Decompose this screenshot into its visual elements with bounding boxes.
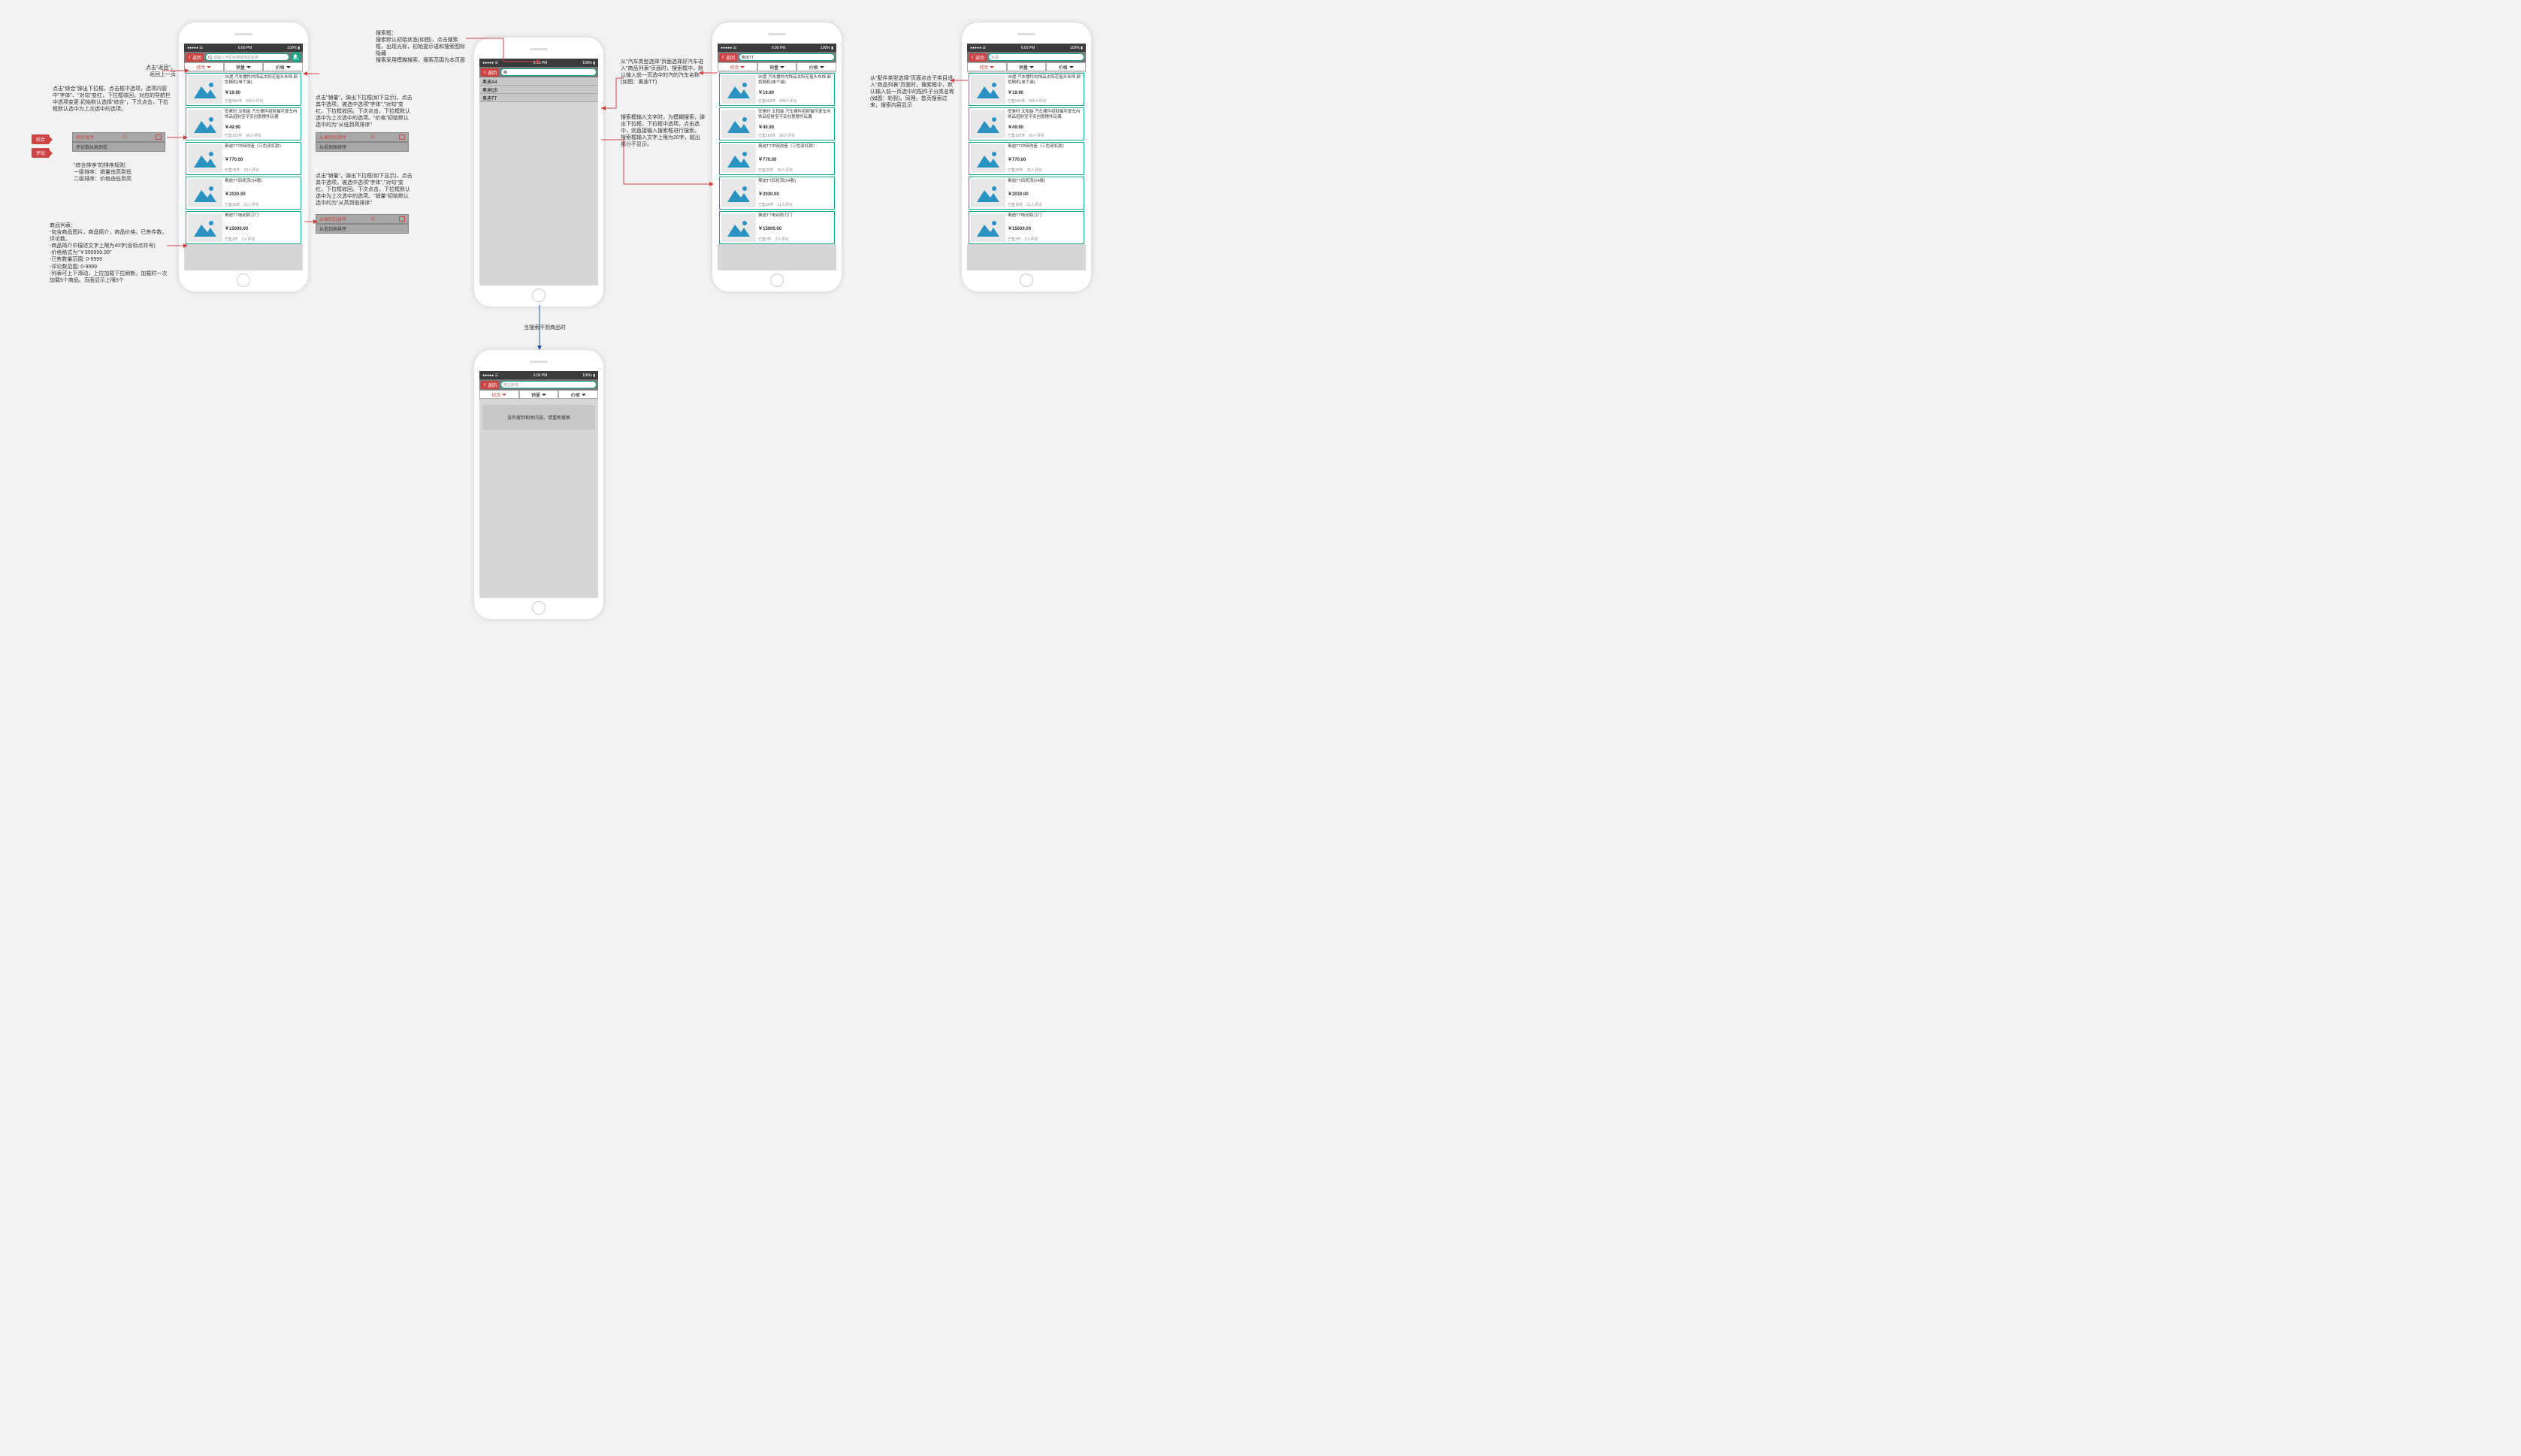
dropdown-opt-comprehensive[interactable]: 综合排序☑: [72, 132, 165, 142]
tab-sales[interactable]: 销量: [1007, 62, 1047, 71]
note-list: 商品列表： -包含商品图片，商品简介，商品价格，已售件数，评论数。 -商品简介中…: [50, 222, 170, 284]
suggestion-list: 奥迪A4 奥迪Q5 奥迪TT: [479, 77, 598, 102]
tab-price[interactable]: 价格: [558, 390, 598, 399]
empty-message: 没有搜到相关内容，请重新搜索: [482, 405, 595, 430]
tab-sales[interactable]: 销量: [224, 62, 264, 71]
product-item[interactable]: 安美时 太阳能 汽车摆件招财猫可爱车内饰品招财宝平安创意摆件玩偶￥49.90已售…: [186, 107, 301, 140]
phone-part-result: ●●●●● ☰6:00 PM100% ▮ 返回 轮毂 综合 销量 价格 26度 …: [962, 23, 1091, 292]
product-item[interactable]: 奥迪TT后扰流(S4款)￥2030.00已售16件 11人评论: [186, 177, 301, 210]
tab-comprehensive[interactable]: 综合: [967, 62, 1007, 71]
back-button[interactable]: 返回: [969, 53, 987, 62]
dropdown-opt-high-low[interactable]: 从高到低排序☑: [316, 132, 409, 142]
note-car-select: 从"汽车类型选择"页面选择好汽车进入"商品列表"页面时，搜索框中，默认输入前一页…: [621, 59, 705, 86]
product-image: [188, 75, 222, 104]
suggest-item[interactable]: 奥迪TT: [479, 94, 598, 102]
tab-price[interactable]: 价格: [1046, 62, 1086, 71]
sales-dropdown-2: 从高到低排序☑ 从低到高排序: [316, 214, 409, 234]
confirm-button[interactable]: 确认: [291, 52, 301, 62]
wireframe-canvas: ●●●●● ☰ 6:00 PM 100% ▮ 返回 请输入汽车名称或商品名称 确…: [0, 0, 1127, 706]
note-part: 从"配件类型选择"页面点击子类目进入"商品列表"页面时，搜索框中，默认输入前一页…: [870, 75, 954, 109]
product-list[interactable]: 26度 汽车摆件内饰品太阳花摇头车饰 颜色随机(单个装)￥19.90已售560件…: [184, 73, 303, 244]
product-item[interactable]: 26度 汽车摆件内饰品太阳花摇头车饰 颜色随机(单个装)￥19.90已售560件…: [186, 73, 301, 106]
status-bar: ●●●●● ☰ 6:00 PM 100% ▮: [184, 44, 303, 52]
tab-comprehensive[interactable]: 综合: [479, 390, 519, 399]
back-button[interactable]: 返回: [719, 53, 737, 62]
tab-sales[interactable]: 销量: [757, 62, 797, 71]
back-button[interactable]: 返回: [186, 53, 204, 62]
dropdown-opt-comments[interactable]: 评论数从高到低: [72, 142, 165, 152]
tab-price[interactable]: 价格: [263, 62, 303, 71]
dropdown-opt-high-low-2[interactable]: 从高到低排序☑: [316, 214, 409, 224]
dropdown-opt-low-high-2[interactable]: 从低到高排序: [316, 224, 409, 234]
dropdown-opt-low-high[interactable]: 从低到高排序: [316, 142, 409, 152]
phone-default-list: ●●●●● ☰ 6:00 PM 100% ▮ 返回 请输入汽车名称或商品名称 确…: [179, 23, 308, 292]
suggest-item[interactable]: 奥迪A4: [479, 77, 598, 86]
sales-dropdown-1: 从高到低排序☑ 从低到高排序: [316, 132, 409, 152]
phone-search-suggest: ●●●●● ☰6:00 PM100% ▮ 返回 奥 综合 销量 价格 奥迪A4 …: [474, 38, 603, 307]
comprehensive-dropdown: 综合排序☑ 评论数从高到低: [72, 132, 165, 152]
nav-bar: 返回 请输入汽车名称或商品名称 确认: [184, 52, 303, 62]
note-comprehensive: 点击"综合"弹出下拉框，点击框中选项，选项内容中"字体"、"对勾"变红，下拉框收…: [53, 86, 173, 113]
search-input[interactable]: 请输入汽车名称或商品名称: [205, 53, 289, 61]
note-back: 点击"返回"， 返回上一页: [123, 65, 176, 78]
search-input[interactable]: 奥古斯塔: [500, 381, 597, 388]
clock: 6:00 PM: [238, 46, 252, 50]
phone-car-result: ●●●●● ☰6:00 PM100% ▮ 返回 奥迪TT 综合 销量 价格 26…: [712, 23, 842, 292]
tab-price[interactable]: 价格: [797, 62, 836, 71]
search-input[interactable]: 轮毂: [988, 53, 1084, 61]
note-sales: 点击"销量"，弹出下拉框(如下显示)，点击其中选项，被选中选项"字体","对勾"…: [316, 95, 413, 128]
tab-comprehensive[interactable]: 综合: [718, 62, 757, 71]
tag-comprehensive: 综合: [32, 134, 50, 144]
search-input[interactable]: 奥迪TT: [739, 53, 835, 61]
carrier: ●●●●● ☰: [187, 46, 203, 50]
back-button[interactable]: 返回: [481, 381, 499, 389]
tag-comments: 评论: [32, 148, 50, 158]
search-input[interactable]: 奥: [500, 68, 597, 76]
tab-comprehensive[interactable]: 综合: [184, 62, 224, 71]
back-button[interactable]: 返回: [481, 68, 499, 77]
product-item[interactable]: 奥迪TT中网改造（三色双杠款）￥770.00已售35件 30人评论: [186, 142, 301, 175]
battery: 100% ▮: [287, 46, 300, 50]
note-search: 搜索框： 搜索默认初始状态(如图)，点击搜索框，出现光标，初始提示语和搜索图标隐…: [376, 30, 466, 64]
note-fuzzy: 搜索框输入文字时，为模糊搜索，弹出下拉框，下拉框中选项，点击选中，则直接输入搜索…: [621, 114, 705, 148]
tab-sales[interactable]: 销量: [519, 390, 559, 399]
note-sort-rule: "综合排序"的排序规则： 一级排序：销量由高到低 二级排序：价格由低到高: [74, 162, 171, 183]
product-item[interactable]: 奥迪TT电动剪刀门￥15000.00已售2件 2人评论: [186, 211, 301, 244]
search-icon: [208, 56, 212, 59]
note-no-result: 当搜索不到商品时: [518, 325, 571, 331]
suggest-item[interactable]: 奥迪Q5: [479, 86, 598, 94]
phone-no-result: ●●●●● ☰6:00 PM100% ▮ 返回 奥古斯塔 综合 销量 价格 没有…: [474, 350, 603, 619]
note-sales-2: 点击"销量"，弹出下拉框(如下显示)，点击其中选项，被选中选项"字体","对勾"…: [316, 173, 413, 207]
